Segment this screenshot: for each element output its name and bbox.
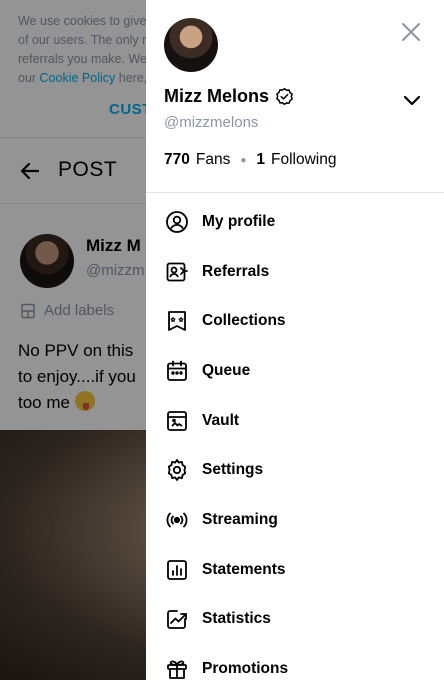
side-drawer: Mizz Melons @mizzmelons 770 Fans ● 1 Fol… [146,0,444,680]
close-icon[interactable] [400,21,422,43]
gift-icon [167,660,187,679]
trend-chart-icon [167,610,187,630]
user-circle-icon [166,210,188,233]
drawer-menu: My profile Referrals Collections Queue V… [146,197,444,680]
profile-handle: @mizzmelons [164,114,259,131]
profile-name[interactable]: Mizz Melons [164,86,294,107]
divider [146,192,444,193]
gear-icon [167,459,187,482]
menu-item-collections[interactable]: Collections [146,296,444,346]
menu-item-promotions[interactable]: Promotions [146,644,444,680]
avatar[interactable] [164,18,218,72]
menu-item-vault[interactable]: Vault [146,396,444,446]
vault-icon [167,410,187,431]
menu-item-streaming[interactable]: Streaming [146,495,444,545]
menu-item-statements[interactable]: Statements [146,545,444,595]
following-count: 1 [256,151,266,168]
following-label[interactable]: Following [271,151,336,169]
menu-item-statistics[interactable]: Statistics [146,595,444,645]
menu-item-my-profile[interactable]: My profile [146,197,444,247]
bar-chart-icon [167,559,187,580]
chevron-down-icon[interactable] [402,90,422,110]
broadcast-icon [166,512,188,528]
menu-item-settings[interactable]: Settings [146,445,444,495]
fans-label[interactable]: Fans [196,151,230,169]
calendar-queue-icon [167,360,187,381]
collections-icon [168,311,186,332]
fans-count: 770 [164,151,190,168]
referrals-icon [166,262,188,281]
separator-dot: ● [240,154,247,166]
profile-stats: 770 Fans ● 1 Following [164,151,337,169]
verified-badge-icon [276,87,293,106]
menu-item-queue[interactable]: Queue [146,346,444,396]
menu-item-referrals[interactable]: Referrals [146,247,444,297]
